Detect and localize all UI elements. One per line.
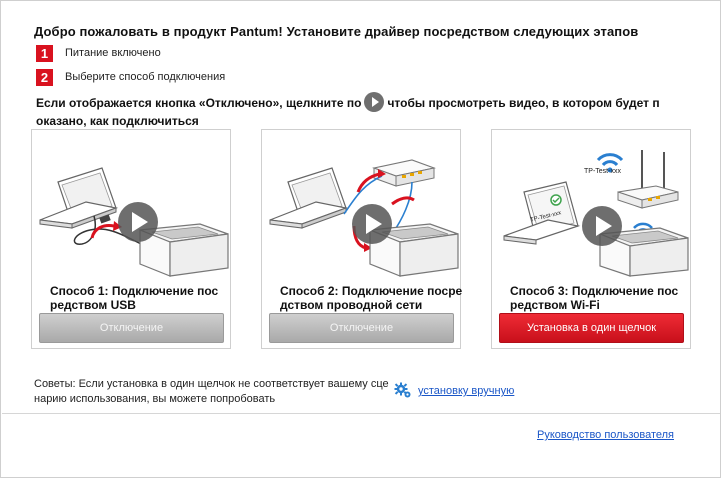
step-2: 2 Выберите способ подключения (36, 68, 225, 86)
wifi-illustration (503, 150, 689, 277)
card-wifi-label-line1: Способ 3: Подключение пос (510, 284, 679, 298)
connection-card-usb: Способ 1: Подключение пос редством USB О… (31, 129, 231, 349)
user-guide-link[interactable]: Руководство пользователя (537, 429, 674, 441)
step-2-text: Выберите способ подключения (65, 71, 226, 83)
card-wifi-label: Способ 3: Подключение пос редством Wi-Fi (510, 284, 685, 312)
gear-icon[interactable] (394, 381, 412, 399)
instruction-text-part1: Если отображается кнопка «Отключено», ще… (36, 96, 362, 111)
connection-card-wired: Способ 2: Подключение посре дством прово… (261, 129, 463, 349)
video-instruction: Если отображается кнопка «Отключено», ще… (36, 92, 696, 129)
card-wired-label-line2: дством проводной сети (280, 298, 423, 312)
card-wired-label-line1: Способ 2: Подключение посре (280, 284, 463, 298)
tips-line2: нарию использования, вы можете попробова… (34, 393, 276, 405)
manual-install-link[interactable]: установку вручную (418, 385, 514, 397)
instruction-text-line2: оказано, как подключиться (36, 114, 199, 128)
one-click-install-button[interactable]: Установка в один щелчок (499, 313, 684, 343)
play-video-icon[interactable] (364, 92, 385, 112)
page-title: Добро пожаловать в продукт Pantum! Устан… (34, 24, 639, 39)
connection-card-wifi: TP-Test-xxx TP-Test-xxx Способ 3: Подклю… (491, 129, 691, 349)
installer-window: Добро пожаловать в продукт Pantum! Устан… (0, 0, 721, 478)
tips-text: Советы: Если установка в один щелчок не … (34, 377, 394, 407)
step-1-number: 1 (36, 44, 53, 62)
card-wired-label: Способ 2: Подключение посре дством прово… (280, 284, 463, 312)
card-wifi-label-line2: редством Wi-Fi (510, 298, 600, 312)
card-usb-label-line2: редством USB (50, 298, 136, 312)
card-usb-label: Способ 1: Подключение пос редством USB (50, 284, 225, 312)
tips-line1: Советы: Если установка в один щелчок не … (34, 378, 389, 390)
usb-disconnected-button[interactable]: Отключение (39, 313, 224, 343)
usb-connection-illustration (39, 167, 229, 277)
footer-divider (2, 413, 720, 414)
instruction-text-part2: чтобы просмотреть видео, в котором будет… (387, 96, 660, 111)
card-usb-label-line1: Способ 1: Подключение пос (50, 284, 219, 298)
router-ssid-label: TP-Test-xxx (584, 168, 621, 175)
step-1: 1 Питание включено (36, 44, 161, 62)
step-1-text: Питание включено (65, 47, 161, 59)
step-2-number: 2 (36, 68, 53, 86)
wired-network-illustration (269, 159, 459, 277)
wired-disconnected-button[interactable]: Отключение (269, 313, 454, 343)
